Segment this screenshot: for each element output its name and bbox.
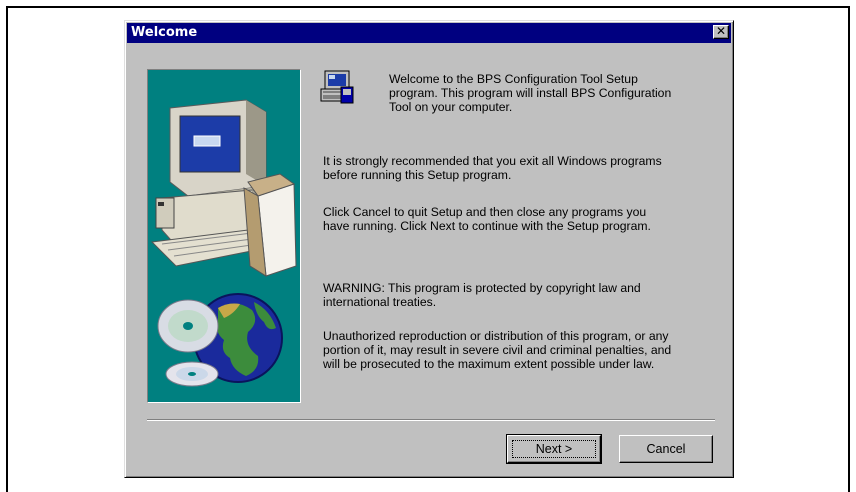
- warning-text: WARNING: This program is protected by co…: [323, 281, 641, 309]
- monitor-icon: [169, 99, 267, 204]
- cd-discs-icon: [157, 299, 219, 387]
- instructions-text: Click Cancel to quit Setup and then clos…: [323, 205, 651, 233]
- intro-text: Welcome to the BPS Configuration Tool Se…: [389, 72, 672, 114]
- close-button[interactable]: ✕: [713, 25, 729, 39]
- setup-illustration-panel: [147, 69, 301, 403]
- computer-globe-illustration: [150, 99, 297, 387]
- legal-text: Unauthorized reproduction or distributio…: [323, 329, 672, 371]
- close-icon: ✕: [715, 24, 727, 38]
- title-bar[interactable]: Welcome ✕: [127, 23, 731, 43]
- separator-line: [147, 419, 715, 421]
- next-button-label: Next >: [535, 442, 573, 456]
- cancel-button[interactable]: Cancel: [619, 435, 713, 463]
- cancel-button-label: Cancel: [646, 442, 686, 456]
- recommendation-text: It is strongly recommended that you exit…: [323, 154, 662, 182]
- setup-computer-icon: [320, 70, 354, 104]
- next-button[interactable]: Next >: [506, 434, 602, 464]
- window-title: Welcome: [131, 25, 198, 40]
- welcome-dialog: Welcome ✕ Welcome to the BPS Configurati…: [124, 20, 734, 478]
